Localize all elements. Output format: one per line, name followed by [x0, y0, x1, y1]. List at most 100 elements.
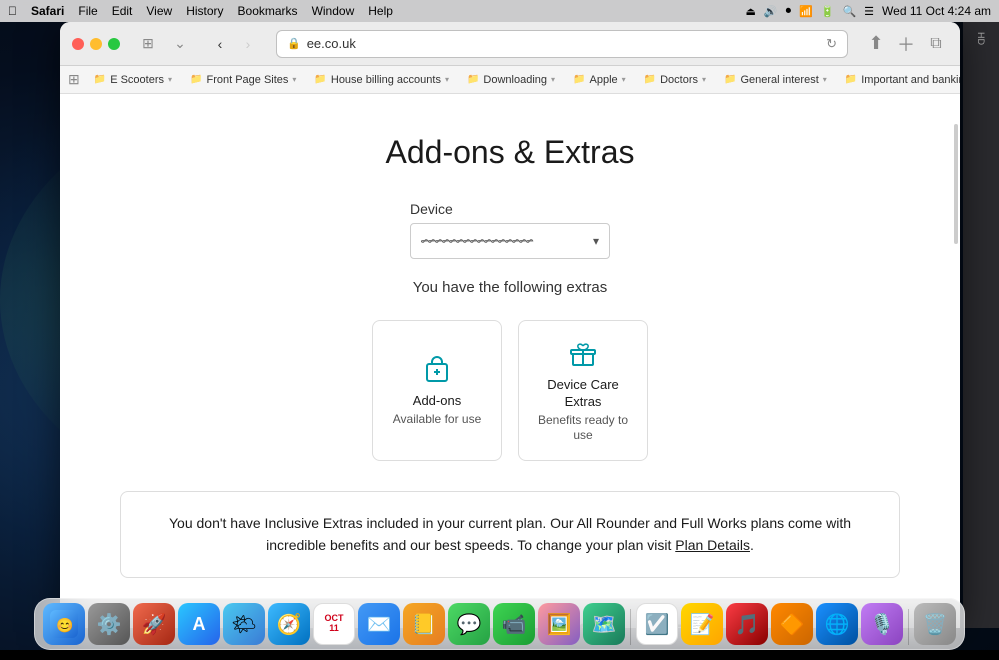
addons-card[interactable]: Add-ons Available for use: [372, 320, 502, 461]
menu-file[interactable]: File: [78, 4, 97, 18]
dock-trash[interactable]: 🗑️: [914, 603, 956, 645]
control-center-icon[interactable]: ☰: [864, 5, 874, 18]
bookmark-downloading[interactable]: 📁 Downloading ▾: [459, 72, 563, 88]
info-box: You don't have Inclusive Extras included…: [120, 491, 900, 578]
new-tab-button[interactable]: ＋: [894, 32, 918, 56]
chevron-icon: ▾: [168, 75, 172, 84]
photos-icon: 🖼️: [547, 612, 572, 637]
dock-weather[interactable]: 🌤: [223, 603, 265, 645]
browser-navigation: ‹ ›: [208, 32, 260, 56]
volume-icon[interactable]: 🔊: [764, 5, 778, 18]
menu-window[interactable]: Window: [312, 4, 355, 18]
dock-finder[interactable]: 😊: [43, 603, 85, 645]
bookmarks-bar: ⊞ 📁 E Scooters ▾ 📁 Front Page Sites ▾ 📁 …: [60, 66, 960, 94]
dock-globe-browser[interactable]: 🌐: [816, 603, 858, 645]
tab-overview-button[interactable]: ⧉: [924, 32, 948, 56]
spotlight-icon[interactable]: 🔍: [842, 5, 856, 18]
bookmark-label: Downloading: [483, 74, 547, 86]
maps-icon: 🗺️: [592, 612, 617, 637]
dock-divider-2: [908, 609, 909, 645]
bookmark-label: Front Page Sites: [206, 74, 288, 86]
scrollbar-track[interactable]: [952, 94, 960, 628]
device-dropdown[interactable]: ~~~~~~~~~~~~~~~~ ▾: [410, 223, 610, 259]
forward-button[interactable]: ›: [236, 32, 260, 56]
dock-notes[interactable]: 📝: [681, 603, 723, 645]
card1-subtitle: Available for use: [393, 412, 482, 428]
menu-bookmarks[interactable]: Bookmarks: [238, 4, 298, 18]
card2-subtitle: Benefits ready to use: [531, 413, 635, 444]
music-icon: 🎵: [735, 612, 760, 637]
dock: 😊 ⚙️ 🚀 A 🌤 🧭 OCT11 ✉️ 📒 💬: [34, 598, 965, 650]
trash-icon: 🗑️: [923, 612, 948, 637]
bookmark-house-billing[interactable]: 📁 House billing accounts ▾: [306, 72, 457, 88]
dock-safari[interactable]: 🧭: [268, 603, 310, 645]
bookmark-front-page[interactable]: 📁 Front Page Sites ▾: [182, 72, 304, 88]
menu-history[interactable]: History: [186, 4, 223, 18]
gear-icon: ⚙️: [97, 612, 122, 637]
device-dropdown-value: ~~~~~~~~~~~~~~~~: [421, 234, 533, 248]
dock-messages[interactable]: 💬: [448, 603, 490, 645]
dock-launchpad[interactable]: 🚀: [133, 603, 175, 645]
menu-help[interactable]: Help: [368, 4, 393, 18]
folder-icon: 📁: [467, 74, 479, 85]
app-name[interactable]: Safari: [31, 4, 64, 18]
bookmark-apple[interactable]: 📁 Apple ▾: [565, 72, 634, 88]
plan-details-link[interactable]: Plan Details: [675, 537, 750, 553]
dock-calendar[interactable]: OCT11: [313, 603, 355, 645]
device-care-card[interactable]: Device CareExtras Benefits ready to use: [518, 320, 648, 461]
dock-divider: [630, 609, 631, 645]
dock-contacts[interactable]: 📒: [403, 603, 445, 645]
share-button[interactable]: ⬆: [864, 32, 888, 56]
scrollbar-thumb[interactable]: [954, 124, 958, 244]
bookmark-label: Apple: [590, 74, 618, 86]
address-bar[interactable]: 🔒 ee.co.uk ↻: [276, 30, 848, 58]
back-button[interactable]: ‹: [208, 32, 232, 56]
dock-podcasts[interactable]: 🎙️: [861, 603, 903, 645]
bookmark-doctors[interactable]: 📁 Doctors ▾: [636, 72, 714, 88]
contacts-icon: 📒: [412, 612, 437, 637]
card1-title: Add-ons: [413, 393, 461, 410]
gift-icon: [567, 337, 599, 369]
grid-icon[interactable]: ⊞: [68, 71, 80, 88]
dock-mail[interactable]: ✉️: [358, 603, 400, 645]
dock-maps[interactable]: 🗺️: [583, 603, 625, 645]
dock-reminders[interactable]: ☑️: [636, 603, 678, 645]
chevron-down-icon: ▾: [593, 234, 599, 248]
menu-edit[interactable]: Edit: [112, 4, 133, 18]
safari-icon: 🧭: [277, 612, 302, 637]
bookmark-important-banking[interactable]: 📁 Important and banking ▾: [837, 72, 960, 88]
menu-view[interactable]: View: [146, 4, 172, 18]
minimize-button[interactable]: [90, 38, 102, 50]
browser-window: ⊞ ⌄ ‹ › 🔒 ee.co.uk ↻ ⬆ ＋ ⧉ ⊞ 📁 E Scooter…: [60, 22, 960, 628]
folder-icon: 📁: [314, 74, 326, 85]
chevron-icon: ▾: [823, 75, 827, 84]
dock-music[interactable]: 🎵: [726, 603, 768, 645]
info-suffix: .: [750, 537, 754, 553]
dock-appstore[interactable]: A: [178, 603, 220, 645]
bookmark-e-scooters[interactable]: 📁 E Scooters ▾: [86, 72, 180, 88]
chevron-down-icon[interactable]: ⌄: [168, 32, 192, 56]
card2-title: Device CareExtras: [547, 377, 619, 411]
folder-icon: 📁: [573, 74, 585, 85]
dock-system-preferences[interactable]: ⚙️: [88, 603, 130, 645]
bookmark-label: E Scooters: [110, 74, 164, 86]
wifi-icon: 📶: [799, 5, 813, 18]
chevron-icon: ▾: [622, 75, 626, 84]
url-display: ee.co.uk: [307, 36, 356, 51]
folder-icon: 📁: [190, 74, 202, 85]
airplay-icon: ⏏: [745, 5, 755, 18]
dock-facetime[interactable]: 📹: [493, 603, 535, 645]
bookmark-general-interest[interactable]: 📁 General interest ▾: [716, 72, 835, 88]
maximize-button[interactable]: [108, 38, 120, 50]
sidebar-toggle-button[interactable]: ⊞: [136, 32, 160, 56]
bookmark-label: Doctors: [660, 74, 698, 86]
apple-menu[interactable]: : [8, 4, 17, 18]
bookmark-label: Important and banking: [861, 74, 960, 86]
close-button[interactable]: [72, 38, 84, 50]
chevron-icon: ▾: [445, 75, 449, 84]
reload-button[interactable]: ↻: [826, 36, 837, 52]
chevron-icon: ▾: [292, 75, 296, 84]
dock-photos[interactable]: 🖼️: [538, 603, 580, 645]
dock-vlc[interactable]: 🔶: [771, 603, 813, 645]
hd-label: HD: [976, 32, 986, 45]
